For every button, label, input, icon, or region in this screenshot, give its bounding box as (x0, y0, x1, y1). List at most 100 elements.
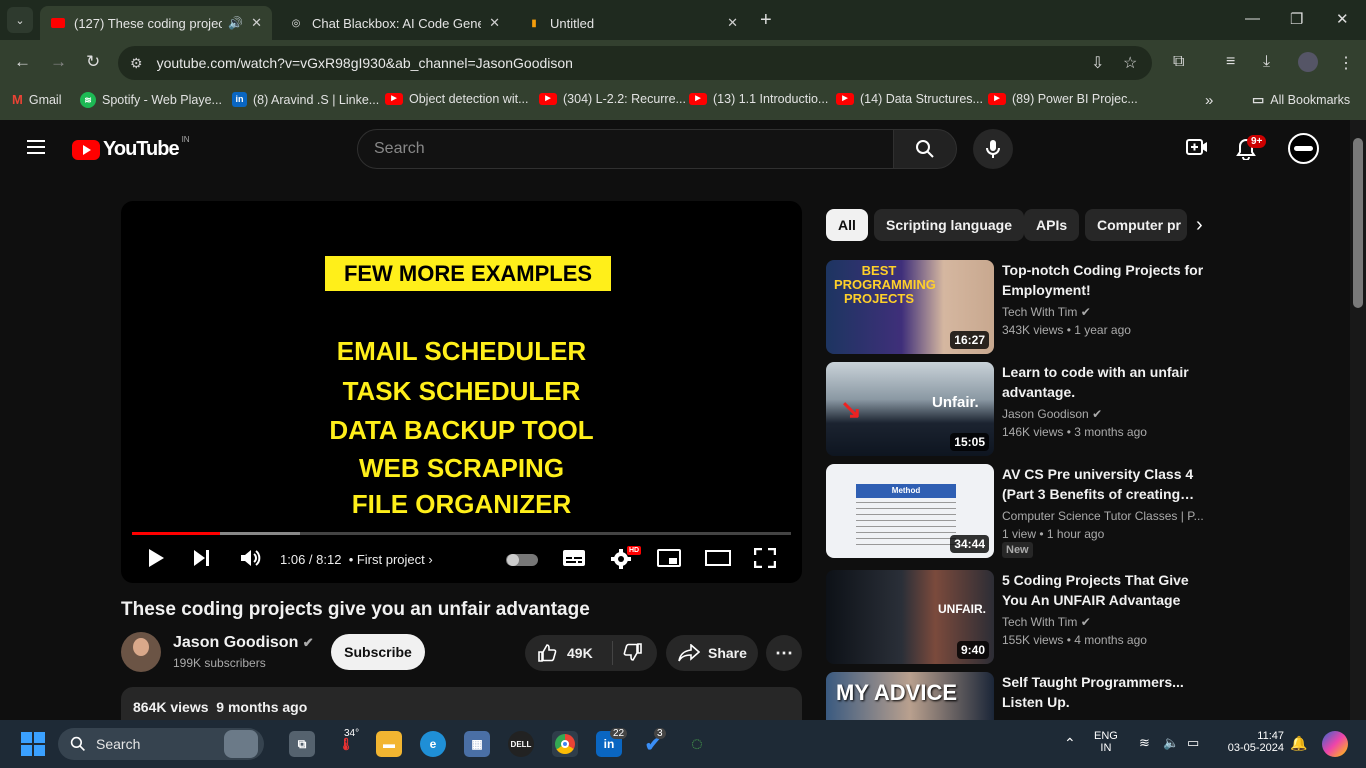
bookmark-object-detection[interactable]: ▶ Object detection wit... (385, 92, 529, 106)
miniplayer-button[interactable] (657, 548, 681, 573)
clock[interactable]: 11:47 03-05-2024 (1218, 730, 1284, 754)
channel-name[interactable]: Jason Goodison ✔ (173, 634, 314, 652)
close-tab-icon[interactable]: ✕ (727, 15, 738, 31)
bookmark-gmail[interactable]: M Gmail (12, 92, 62, 107)
battery-icon[interactable]: ▭ (1187, 735, 1199, 751)
speaker-icon[interactable]: 🔊 (228, 16, 243, 30)
more-bookmarks-icon[interactable]: » (1205, 92, 1213, 109)
bookmark-introduction[interactable]: ▶ (13) 1.1 Introductio... (689, 92, 828, 106)
new-tab-button[interactable]: + (760, 9, 772, 32)
volume-icon[interactable]: 🔈 (1163, 735, 1179, 751)
play-button[interactable] (147, 548, 165, 573)
chevron-right-icon[interactable]: › (1196, 214, 1203, 237)
video-thumbnail[interactable]: MY ADVICE (826, 672, 994, 720)
language-indicator[interactable]: ENG IN (1094, 730, 1118, 754)
minimize-icon[interactable]: — (1245, 10, 1260, 27)
tab-youtube[interactable]: (127) These coding projects 🔊 ✕ (40, 6, 272, 40)
chip-all[interactable]: All (826, 209, 868, 241)
channel-name[interactable]: Tech With Tim ✔ (1002, 615, 1091, 629)
profile-avatar[interactable] (1298, 52, 1318, 72)
file-explorer-icon[interactable]: ▬ (376, 731, 402, 757)
video-thumbnail[interactable]: BEST PROGRAMMING PROJECTS 16:27 (826, 260, 994, 354)
all-bookmarks[interactable]: ▭ All Bookmarks (1252, 92, 1350, 108)
video-player[interactable]: FEW MORE EXAMPLES EMAIL SCHEDULER TASK S… (121, 201, 802, 583)
like-button[interactable]: 49K (525, 641, 613, 665)
search-button[interactable] (893, 129, 957, 169)
forward-icon[interactable]: → (50, 52, 67, 72)
page-scrollbar[interactable] (1350, 120, 1366, 720)
bookmark-recurrence[interactable]: ▶ (304) L-2.2: Recurre... (539, 92, 686, 106)
account-avatar[interactable] (1288, 133, 1319, 164)
subscribe-button[interactable]: Subscribe (331, 634, 425, 670)
more-actions-button[interactable]: ⋯ (766, 635, 802, 671)
video-title[interactable]: 5 Coding Projects That Give You An UNFAI… (1002, 570, 1206, 610)
volume-button[interactable] (240, 548, 262, 573)
recommended-video[interactable]: Method 34:44 AV CS Pre university Class … (826, 464, 1206, 558)
video-title[interactable]: Learn to code with an unfair advantage. (1002, 362, 1206, 402)
video-title[interactable]: AV CS Pre university Class 4 (Part 3 Ben… (1002, 464, 1206, 504)
loading-app-icon[interactable]: ◌ (684, 731, 710, 757)
video-thumbnail[interactable]: Unfair. ↘ 15:05 (826, 362, 994, 456)
copilot-icon[interactable] (1322, 731, 1348, 757)
recommended-video[interactable]: Unfair. ↘ 15:05 Learn to code with an un… (826, 362, 1206, 456)
wifi-icon[interactable]: ≋ (1139, 735, 1150, 751)
edge-icon[interactable]: e (420, 731, 446, 757)
menu-kebab-icon[interactable]: ⋮ (1338, 53, 1354, 73)
chip-apis[interactable]: APIs (1024, 209, 1080, 241)
dell-icon[interactable]: DELL (508, 731, 534, 757)
search-input[interactable]: Search (357, 129, 894, 169)
show-hidden-icons[interactable]: ⌃ (1064, 735, 1076, 752)
autoplay-toggle[interactable] (505, 551, 539, 572)
chrome-icon[interactable] (552, 731, 578, 757)
channel-name[interactable]: Tech With Tim ✔ (1002, 305, 1091, 319)
media-control-icon[interactable]: ≡ (1226, 53, 1235, 71)
tab-untitled[interactable]: ▮ Untitled ✕ (516, 6, 748, 40)
tab-blackbox[interactable]: ◎ Chat Blackbox: AI Code Generat ✕ (278, 6, 510, 40)
theater-mode-button[interactable] (705, 548, 731, 573)
share-button[interactable]: Share (666, 635, 758, 671)
progress-bar[interactable] (132, 532, 791, 535)
video-thumbnail[interactable]: Method 34:44 (826, 464, 994, 558)
scrollbar-thumb[interactable] (1353, 138, 1363, 308)
close-window-icon[interactable]: ✕ (1336, 10, 1349, 28)
recommended-video[interactable]: MY ADVICE Self Taught Programmers... Lis… (826, 672, 1206, 720)
bookmark-spotify[interactable]: ≋ Spotify - Web Playe... (80, 92, 222, 108)
chapter-text[interactable]: • First project (349, 552, 425, 567)
channel-name[interactable]: Jason Goodison ✔ (1002, 407, 1102, 421)
task-view-icon[interactable]: ⧉ (289, 731, 315, 757)
channel-name-text[interactable]: Jason Goodison (173, 634, 298, 651)
taskbar-search[interactable]: Search (58, 728, 264, 760)
bookmark-power-bi[interactable]: ▶ (89) Power BI Projec... (988, 92, 1138, 106)
bookmark-data-structures[interactable]: ▶ (14) Data Structures... (836, 92, 983, 106)
close-tab-icon[interactable]: ✕ (251, 15, 262, 31)
install-app-icon[interactable]: ⇩ (1091, 53, 1104, 73)
address-bar[interactable]: ⚙ youtube.com/watch?v=vGxR98gI930&ab_cha… (118, 46, 1152, 80)
subtitles-button[interactable] (562, 548, 586, 573)
video-title[interactable]: Self Taught Programmers... Listen Up. (1002, 672, 1206, 712)
windows-start-icon[interactable] (20, 731, 46, 757)
dislike-button[interactable] (613, 642, 643, 665)
recommended-video[interactable]: UNFAIR. 9:40 5 Coding Projects That Give… (826, 570, 1206, 664)
recommended-video[interactable]: BEST PROGRAMMING PROJECTS 16:27 Top-notc… (826, 260, 1206, 354)
youtube-logo[interactable]: YouTube IN (72, 135, 190, 161)
hamburger-menu-icon[interactable] (27, 140, 45, 154)
download-icon[interactable]: ⤓ (1263, 53, 1270, 71)
channel-name-text[interactable]: Tech With Tim (1002, 305, 1077, 319)
fullscreen-button[interactable] (753, 547, 777, 573)
close-tab-icon[interactable]: ✕ (489, 15, 500, 31)
video-title[interactable]: Top-notch Coding Projects for Employment… (1002, 260, 1206, 300)
store-icon[interactable]: ▦ (464, 731, 490, 757)
video-thumbnail[interactable]: UNFAIR. 9:40 (826, 570, 994, 664)
bookmark-linkedin[interactable]: in (8) Aravind .S | Linke... (232, 92, 379, 107)
tab-search-button[interactable]: ⌄ (7, 7, 33, 33)
next-button[interactable] (193, 548, 211, 573)
extensions-icon[interactable]: ⧉ (1173, 53, 1184, 71)
back-icon[interactable]: ← (14, 52, 31, 72)
channel-avatar[interactable] (121, 632, 161, 672)
channel-name[interactable]: Computer Science Tutor Classes | P... (1002, 509, 1206, 523)
create-video-icon[interactable] (1186, 138, 1208, 161)
restore-icon[interactable]: ❐ (1290, 10, 1303, 28)
channel-name-text[interactable]: Tech With Tim (1002, 615, 1077, 629)
site-info-icon[interactable]: ⚙ (130, 55, 143, 72)
chip-scripting-language[interactable]: Scripting language (874, 209, 1025, 241)
